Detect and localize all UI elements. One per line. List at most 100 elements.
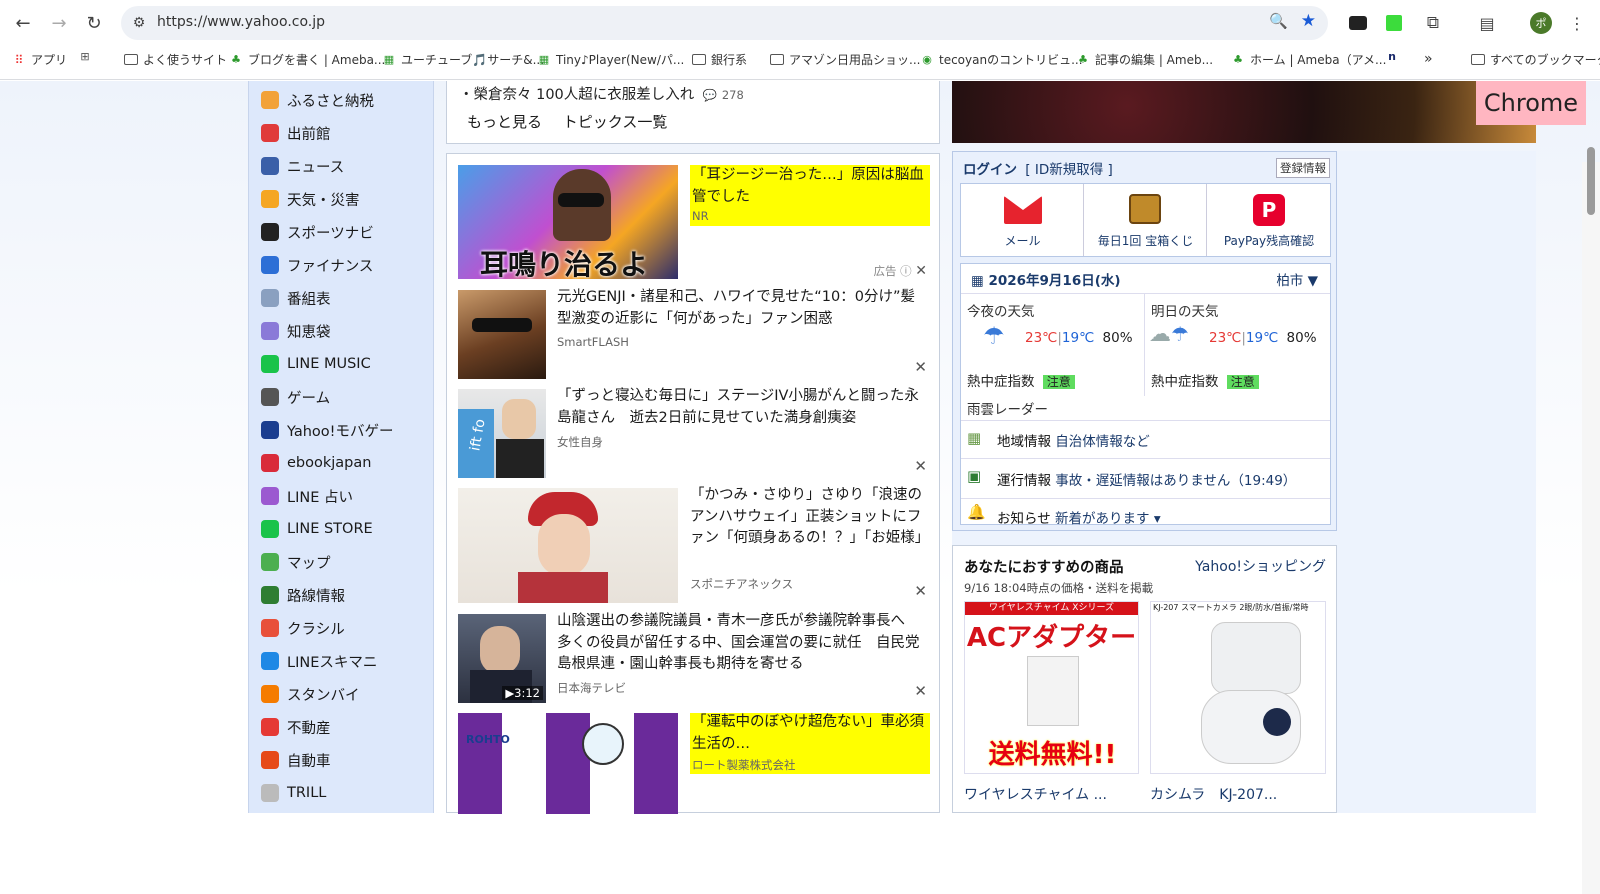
- product-image: [1211, 622, 1301, 694]
- address-bar[interactable]: ⚙ https://www.yahoo.co.jp 🔍 ★: [121, 6, 1328, 40]
- info-icon[interactable]: ⓘ: [900, 264, 912, 278]
- bookmark-grid[interactable]: ⊞: [78, 51, 92, 63]
- topic-item[interactable]: ・榮倉奈々 100人超に衣服差し入れ: [459, 87, 694, 103]
- close-icon[interactable]: ✕: [914, 582, 927, 600]
- feed-title[interactable]: 「かつみ・さゆり」さゆり「浪速のアンハサウェイ」正装ショットにファン「何頭身ある…: [690, 485, 930, 550]
- feed-title[interactable]: 山陰選出の参議院議員・青木一彦氏が参議院幹事長へ 多くの役員が留任する中、国会運…: [557, 611, 929, 676]
- bookmark-apps[interactable]: ⠿ アプリ: [12, 51, 67, 68]
- product-card[interactable]: ワイヤレスチャイム Xシリーズ ACアダプター 送料無料!!: [964, 601, 1139, 774]
- sidebar-item[interactable]: マップ: [261, 549, 331, 575]
- feed-item[interactable]: 元光GENJI・諸星和己、ハワイで見せた“10：0分け”髪型激変の近影に「何があ…: [458, 287, 930, 379]
- extension-terminal-icon[interactable]: [1349, 16, 1367, 30]
- feed-title[interactable]: 「ずっと寝込む毎日に」ステージIV小腸がんと闘った永島龍さん 逝去2日前に見せて…: [557, 386, 929, 429]
- feed-item[interactable]: 「かつみ・さゆり」さゆり「浪速のアンハサウェイ」正装ショットにファン「何頭身ある…: [458, 485, 930, 603]
- login-link[interactable]: ログイン: [963, 162, 1017, 178]
- top-banner[interactable]: [952, 81, 1536, 143]
- bookmark-tiny-player[interactable]: ▦ Tiny♪Player(New/パ...: [537, 51, 685, 68]
- sidebar-item[interactable]: LINE MUSIC: [261, 351, 371, 377]
- bookmarks-overflow[interactable]: »: [1424, 51, 1433, 67]
- cloud-umbrella-icon: ☁☂: [1149, 322, 1189, 347]
- bookmark-folder-amazon[interactable]: アマゾン日用品ショッ...: [770, 51, 920, 68]
- sidebar-item[interactable]: ニュース: [261, 153, 344, 179]
- rain-radar-link[interactable]: 雨雲レーダー: [967, 398, 1048, 418]
- mail-service[interactable]: メール: [961, 184, 1084, 256]
- sidebar-item[interactable]: 不動産: [261, 714, 331, 740]
- product-name[interactable]: ワイヤレスチャイム ...: [964, 784, 1107, 804]
- side-panel-icon[interactable]: ▤: [1476, 12, 1498, 34]
- registration-info-button[interactable]: 登録情報: [1276, 158, 1330, 178]
- sidebar-item[interactable]: ふるさと納税: [261, 87, 374, 113]
- location-select[interactable]: 柏市 ▼: [1276, 269, 1318, 289]
- page-scrollbar[interactable]: [1582, 162, 1600, 894]
- feed-item[interactable]: ▶3:12 山陰選出の参議院議員・青木一彦氏が参議院幹事長へ 多くの役員が留任す…: [458, 611, 930, 703]
- bookmark-folder-frequent[interactable]: よく使うサイト: [124, 51, 227, 68]
- sidebar-item[interactable]: ゲーム: [261, 384, 330, 410]
- sidebar-item[interactable]: 知恵袋: [261, 318, 331, 344]
- service-icon: [261, 718, 279, 736]
- sidebar-item[interactable]: LINEスキマニ: [261, 648, 377, 674]
- back-button[interactable]: ←: [8, 8, 38, 38]
- service-icon: [261, 388, 279, 406]
- url-text[interactable]: https://www.yahoo.co.jp: [157, 14, 325, 30]
- sidebar-item-label: ふるさと納税: [287, 93, 374, 110]
- sidebar-item[interactable]: Yahoo!モバゲー: [261, 417, 394, 443]
- feed-item-ad[interactable]: 耳鳴り治るよ 「耳ジージー治った…」原因は脳血管でした NR 広告 ⓘ ✕: [458, 165, 930, 279]
- ad-thumbnail: ROHTO: [458, 713, 678, 814]
- site-info-icon[interactable]: ⚙: [129, 13, 149, 33]
- bookmark-ameba-write[interactable]: ♣ ブログを書く | Ameba...: [229, 51, 385, 68]
- zoom-icon[interactable]: 🔍: [1269, 12, 1288, 30]
- close-icon[interactable]: ✕: [915, 263, 927, 279]
- yahoo-shopping-link[interactable]: Yahoo!ショッピング: [1195, 556, 1326, 576]
- bookmark-youtube-search[interactable]: ▦ ユーチューブ🎵サーチ&...: [382, 51, 544, 68]
- extensions-puzzle-icon[interactable]: ⧉: [1422, 12, 1444, 34]
- bookmark-ameba-edit[interactable]: ♣ 記事の編集 | Ameb...: [1076, 51, 1213, 68]
- info-row-transit[interactable]: ▣ 運行情報 事故・遅延情報はありません（19:49）: [961, 458, 1330, 498]
- sidebar-item[interactable]: LINE 占い: [261, 483, 353, 509]
- tomorrow-weather[interactable]: 明日の天気 ☁☂ 23℃|19℃ 80% 熱中症指数 注意: [1145, 294, 1331, 396]
- sidebar-item[interactable]: スタンバイ: [261, 681, 360, 707]
- info-row-local[interactable]: ▦ 地域情報 自治体情報など: [961, 420, 1330, 458]
- bookmark-star-icon[interactable]: ★: [1301, 11, 1316, 31]
- sidebar-item[interactable]: 自動車: [261, 747, 331, 773]
- feed-item[interactable]: ift fo 「ずっと寝込む毎日に」ステージIV小腸がんと闘った永島龍さん 逝去…: [458, 386, 930, 478]
- service-icon: [261, 751, 279, 769]
- feed-title[interactable]: 「運転中のぼやけ超危ない」車必須生活の…: [692, 712, 928, 755]
- info-row-notice[interactable]: 🔔 お知らせ 新着があります ▾: [961, 498, 1330, 527]
- bookmark-folder-bank[interactable]: 銀行系: [692, 51, 747, 68]
- product-card[interactable]: KJ-207 スマートカメラ 2眼/防水/首振/常時: [1150, 601, 1326, 774]
- sidebar-item[interactable]: ebookjapan: [261, 450, 371, 476]
- close-icon[interactable]: ✕: [914, 457, 927, 475]
- profile-avatar[interactable]: ポ: [1530, 12, 1552, 34]
- sidebar-item[interactable]: スポーツナビ: [261, 219, 374, 245]
- sidebar-item[interactable]: クラシル: [261, 615, 345, 641]
- sidebar-item[interactable]: 出前館: [261, 120, 331, 146]
- sidebar-item[interactable]: 天気・災害: [261, 186, 360, 212]
- bookmark-ameba-home[interactable]: ♣ ホーム | Ameba（アメ...: [1231, 51, 1386, 68]
- topics-more-link[interactable]: もっと見る: [467, 113, 542, 131]
- scrollbar-thumb[interactable]: [1587, 147, 1595, 215]
- sidebar-item[interactable]: 番組表: [261, 285, 331, 311]
- topics-list-link[interactable]: トピックス一覧: [563, 113, 668, 131]
- bookmark-all-folder[interactable]: すべてのブックマーク: [1471, 51, 1600, 68]
- id-register-link[interactable]: [ ID新規取得 ]: [1025, 162, 1113, 178]
- folder-icon: [770, 54, 784, 65]
- feed-item-ad[interactable]: ROHTO 「運転中のぼやけ超危ない」車必須生活の… ロート製薬株式会社: [458, 713, 930, 814]
- feed-title[interactable]: 元光GENJI・諸星和己、ハワイで見せた“10：0分け”髪型激変の近影に「何があ…: [557, 287, 929, 330]
- bookmark-n[interactable]: n: [1385, 51, 1399, 63]
- reload-button[interactable]: ↻: [79, 8, 109, 38]
- close-icon[interactable]: ✕: [914, 682, 927, 700]
- sidebar-item[interactable]: 路線情報: [261, 582, 345, 608]
- sidebar-item[interactable]: LINE STORE: [261, 516, 373, 542]
- sidebar-item[interactable]: ファイナンス: [261, 252, 373, 278]
- forward-button[interactable]: →: [44, 8, 74, 38]
- extension-green-icon[interactable]: [1386, 15, 1402, 31]
- product-name[interactable]: カシムラ KJ-207...: [1150, 784, 1277, 804]
- feed-title[interactable]: 「耳ジージー治った…」原因は脳血管でした: [692, 165, 928, 208]
- tonight-weather[interactable]: 今夜の天気 ☂ 23℃|19℃ 80% 熱中症指数 注意: [961, 294, 1145, 396]
- menu-kebab-icon[interactable]: ⋮: [1566, 12, 1588, 34]
- sidebar-item[interactable]: TRILL: [261, 780, 326, 806]
- treasure-lottery-service[interactable]: 毎日1回 宝箱くじ: [1084, 184, 1207, 256]
- bookmark-tecoyan[interactable]: ◉ tecoyanのコントリビュ...: [920, 51, 1082, 68]
- close-icon[interactable]: ✕: [914, 358, 927, 376]
- paypay-balance-service[interactable]: P PayPay残高確認: [1207, 184, 1331, 256]
